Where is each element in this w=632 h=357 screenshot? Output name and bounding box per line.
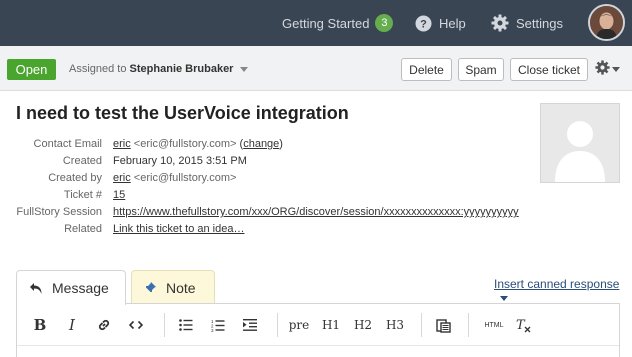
tab-message-label: Message — [52, 280, 109, 296]
chevron-down-icon — [612, 66, 620, 72]
created-by-email: <eric@fullstory.com> — [133, 172, 237, 184]
editor-toolbar: B I 123 pre H1 H2 H3 HTML T — [17, 304, 619, 346]
ticket-options-menu[interactable] — [595, 60, 620, 78]
tab-note[interactable]: Note — [131, 270, 215, 304]
message-editor[interactable]: B I 123 pre H1 H2 H3 HTML T — [16, 303, 620, 357]
code-icon[interactable] — [127, 316, 145, 334]
contact-name-link[interactable]: eric — [113, 138, 131, 150]
insert-canned-response-dropdown[interactable]: Insert canned response — [494, 277, 632, 305]
italic-icon[interactable]: I — [63, 316, 81, 334]
bulleted-list-icon[interactable] — [177, 316, 195, 334]
help-icon: ? — [415, 15, 432, 32]
assignee-name: Stephanie Brubaker — [129, 63, 234, 75]
heading-3-button[interactable]: H3 — [385, 316, 405, 334]
tab-message[interactable]: Message — [16, 270, 126, 305]
getting-started-count-badge: 3 — [375, 14, 394, 32]
ticket-number-label: Ticket # — [63, 189, 102, 201]
bold-icon[interactable]: B — [31, 316, 49, 334]
getting-started-link[interactable]: Getting Started 3 — [282, 0, 394, 46]
spam-button[interactable]: Spam — [458, 58, 504, 81]
user-avatar[interactable] — [588, 4, 625, 41]
link-to-idea-link[interactable]: Link this ticket to an idea… — [113, 223, 244, 235]
getting-started-label: Getting Started — [282, 15, 370, 31]
pin-icon — [144, 281, 157, 294]
status-open-button[interactable]: Open — [7, 59, 56, 80]
toolbar-divider — [421, 313, 422, 337]
tab-note-label: Note — [166, 279, 196, 296]
created-by-link[interactable]: eric — [113, 172, 131, 184]
indent-icon[interactable] — [241, 316, 259, 334]
chevron-down-icon — [500, 296, 508, 302]
assigned-prefix: Assigned to — [69, 63, 127, 75]
svg-text:?: ? — [420, 18, 427, 30]
created-label: Created — [62, 155, 102, 167]
ticket-title: I need to test the UserVoice integration — [16, 103, 349, 123]
preformatted-button[interactable]: pre — [287, 316, 311, 334]
help-link[interactable]: ? Help — [415, 0, 466, 46]
fullstory-session-link[interactable]: https://www.thefullstory.com/xxx/ORG/dis… — [113, 206, 519, 218]
ticket-action-bar: Open Assigned to Stephanie Brubaker Dele… — [0, 46, 632, 91]
insert-canned-response-label: Insert canned response — [494, 277, 620, 291]
related-label: Related — [64, 223, 102, 235]
reply-icon — [29, 282, 43, 295]
heading-2-button[interactable]: H2 — [353, 316, 373, 334]
contact-email-label: Contact Email — [33, 138, 102, 150]
close-ticket-button[interactable]: Close ticket — [510, 58, 588, 81]
gear-icon — [595, 60, 610, 78]
paste-icon[interactable] — [434, 316, 452, 334]
clear-formatting-icon[interactable]: T — [515, 316, 533, 334]
assignee-dropdown[interactable]: Assigned to Stephanie Brubaker — [69, 63, 248, 75]
html-source-button[interactable]: HTML — [480, 316, 508, 334]
toolbar-divider — [277, 313, 278, 337]
created-value: February 10, 2015 3:51 PM — [113, 155, 247, 167]
contact-avatar-placeholder — [540, 103, 620, 183]
toolbar-divider — [164, 313, 165, 337]
chevron-down-icon — [239, 66, 248, 72]
ticket-number-link[interactable]: 15 — [113, 189, 125, 201]
heading-1-button[interactable]: H1 — [321, 316, 341, 334]
change-contact-link[interactable]: change — [243, 138, 279, 150]
fullstory-session-label: FullStory Session — [16, 206, 102, 218]
help-label: Help — [439, 15, 466, 31]
settings-link[interactable]: Settings — [491, 0, 563, 46]
svg-text:T: T — [516, 318, 526, 333]
numbered-list-icon[interactable]: 123 — [209, 316, 227, 334]
change-close-paren: ) — [279, 138, 283, 150]
top-nav-bar: Getting Started 3 ? Help Settings — [0, 0, 632, 46]
delete-button[interactable]: Delete — [401, 58, 452, 81]
link-icon[interactable] — [95, 316, 113, 334]
gear-icon — [491, 14, 509, 32]
settings-label: Settings — [516, 15, 563, 31]
created-by-label: Created by — [48, 172, 102, 184]
toolbar-divider — [468, 313, 469, 337]
contact-email-value: <eric@fullstory.com> — [133, 138, 237, 150]
svg-text:3: 3 — [211, 328, 214, 332]
